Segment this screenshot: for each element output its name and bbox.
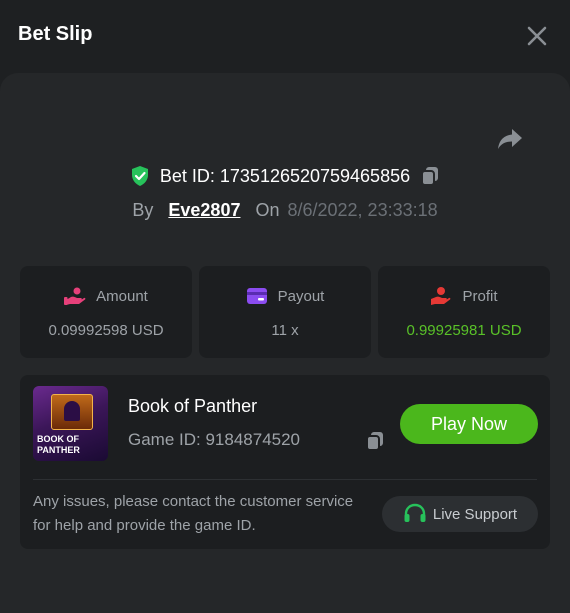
bet-id: Bet ID: 1735126520759465856 — [159, 165, 411, 186]
game-name: Book of Panther — [128, 396, 258, 416]
wallet-card-icon — [246, 288, 267, 304]
bet-owner-row: By Eve2807 On 8/6/2022, 23:33:18 — [0, 198, 570, 222]
close-icon[interactable] — [526, 25, 548, 47]
amount-card: Amount 0.09992598 USD — [20, 266, 192, 358]
book-art — [51, 394, 93, 430]
payout-label: Payout — [277, 287, 325, 305]
payout-value: 11 x — [271, 322, 299, 339]
amount-value: 0.09992598 USD — [48, 322, 164, 339]
profit-label: Profit — [462, 287, 498, 305]
game-thumbnail[interactable]: BOOK OF PANTHER — [33, 386, 108, 461]
game-card: BOOK OF PANTHER Book of Panther Game ID:… — [20, 375, 550, 549]
modal-header: Bet Slip — [0, 0, 570, 72]
bet-date: 8/6/2022, 23:33:18 — [287, 199, 438, 220]
bet-id-row: Bet ID: 1735126520759465856 — [0, 163, 570, 189]
on-label: On — [255, 199, 280, 220]
live-support-label: Live Support — [432, 505, 518, 523]
shield-check-icon — [131, 166, 148, 186]
by-label: By — [132, 199, 154, 220]
amount-label: Amount — [96, 287, 148, 305]
divider — [33, 479, 537, 480]
modal-title: Bet Slip — [18, 23, 93, 45]
coins-hand-icon — [64, 287, 86, 305]
play-now-button[interactable]: Play Now — [400, 404, 538, 444]
live-support-button[interactable]: Live Support — [382, 496, 538, 532]
headset-icon — [404, 503, 426, 522]
payout-card: Payout 11 x — [199, 266, 371, 358]
copy-icon[interactable] — [420, 165, 440, 187]
bet-stats: Amount 0.09992598 USD Payout 11 x Profit… — [20, 266, 550, 358]
game-id: Game ID: 9184874520 — [128, 430, 301, 449]
share-icon[interactable] — [496, 126, 524, 152]
help-text: Any issues, please contact the customer … — [33, 493, 354, 534]
bet-slip-modal: Bet Slip Bet ID: 1735126520759465856 By … — [0, 0, 570, 613]
username-link[interactable]: Eve2807 — [168, 200, 240, 221]
thumbnail-title: BOOK OF PANTHER — [37, 434, 80, 455]
copy-icon[interactable] — [365, 430, 385, 452]
profit-hand-icon — [431, 287, 451, 305]
profit-card: Profit 0.99925981 USD — [378, 266, 550, 358]
profit-value: 0.99925981 USD — [406, 322, 522, 339]
